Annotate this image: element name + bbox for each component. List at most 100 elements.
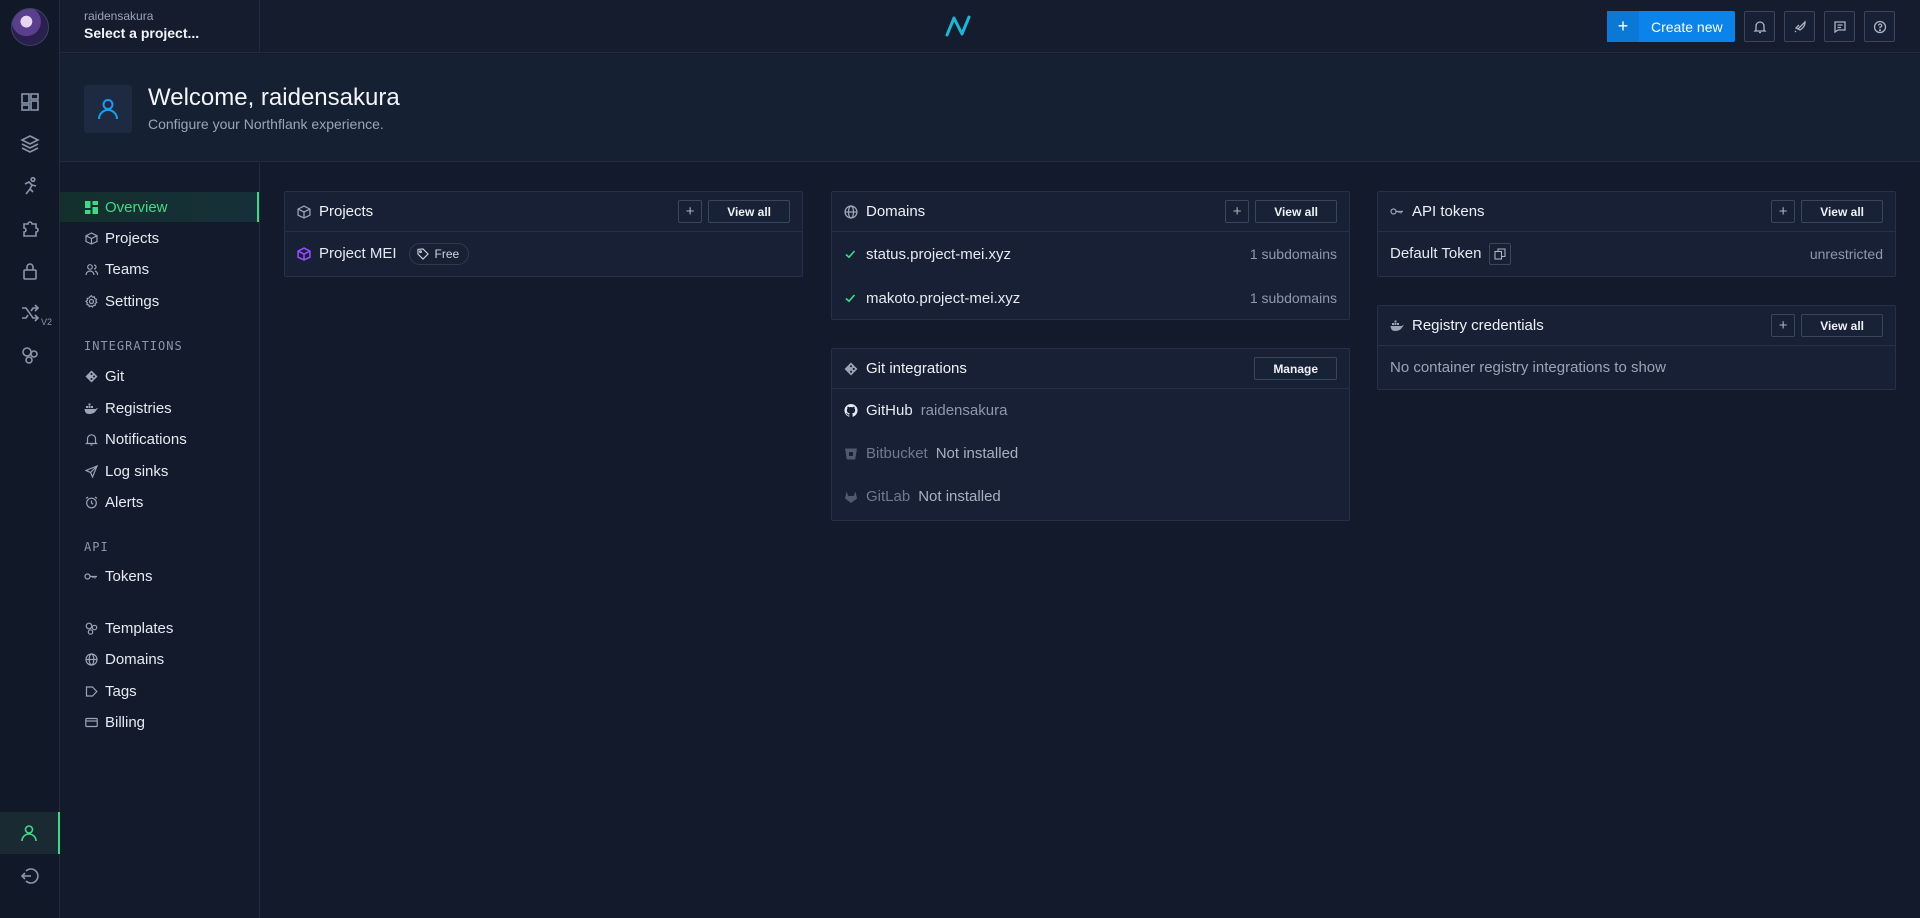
menu-item-alerts[interactable]: Alerts [60,487,259,517]
key-icon [1390,205,1404,219]
domain-row[interactable]: makoto.project-mei.xyz 1 subdomains [832,276,1349,320]
menu-item-notifications[interactable]: Notifications [60,424,259,454]
git-icon [84,369,98,383]
side-menu: Overview Projects Teams Settings INTEGRA… [60,163,260,918]
alarm-clock-icon [84,495,98,509]
create-new-button[interactable]: + Create new [1607,11,1735,42]
subdomain-count: 1 subdomains [1249,290,1337,306]
bell-icon[interactable] [1744,11,1775,42]
token-name: Default Token [1390,245,1482,262]
add-project-button[interactable]: + [678,200,703,223]
project-selector-label: Select a project... [84,25,200,41]
check-icon [844,291,858,305]
gitlab-icon [844,490,858,504]
project-cube-icon [297,246,311,261]
feedback-icon[interactable] [1824,11,1855,42]
logout-icon[interactable] [0,855,60,897]
users-icon [84,262,98,276]
view-all-tokens-button[interactable]: View all [1801,200,1883,223]
dashboard-icon[interactable] [0,81,60,123]
view-all-domains-button[interactable]: View all [1255,200,1337,223]
menu-item-tokens[interactable]: Tokens [60,561,259,591]
page-subtitle: Configure your Northflank experience. [148,116,384,132]
menu-item-projects[interactable]: Projects [60,223,259,253]
git-provider-row[interactable]: GitHub raidensakura [832,389,1349,432]
token-scope: unrestricted [1809,245,1883,262]
plan-badge: Free [408,242,470,265]
menu-item-tags[interactable]: Tags [60,676,259,706]
menu-item-overview[interactable]: Overview [60,192,259,222]
project-selector[interactable]: raidensakura Select a project... [60,0,260,53]
subdomain-count: 1 subdomains [1249,246,1337,262]
domain-row[interactable]: status.project-mei.xyz 1 subdomains [832,232,1349,276]
add-registry-button[interactable]: + [1771,314,1796,337]
northflank-logo-icon[interactable] [944,14,972,38]
view-all-registries-button[interactable]: View all [1801,314,1883,337]
credit-card-icon [84,715,98,729]
copy-icon[interactable] [1489,242,1512,265]
menu-item-domains[interactable]: Domains [60,644,259,674]
menu-item-templates[interactable]: Templates [60,613,259,643]
welcome-banner: Welcome, raidensakura Configure your Nor… [60,54,1920,162]
username: raidensakura [84,9,154,23]
provider-account: raidensakura [920,402,1008,419]
tag-icon [84,684,98,698]
provider-status: Not installed [935,445,1019,462]
rocket-icon[interactable] [1784,11,1815,42]
provider-name: Bitbucket [866,445,928,462]
card-title: Registry credentials [1412,317,1544,334]
menu-item-registries[interactable]: Registries [60,393,259,423]
git-integrations-card: Git integrations Manage GitHub raidensak… [831,348,1350,521]
menu-item-settings[interactable]: Settings [60,286,259,316]
shuffle-v2-icon[interactable]: V2 [0,292,60,334]
dashboard-icon [84,200,98,214]
provider-name: GitHub [866,402,913,419]
card-title: Domains [866,203,926,220]
plus-icon: + [1607,11,1639,42]
add-token-button[interactable]: + [1771,200,1796,223]
api-tokens-card: API tokens + View all Default Token unre… [1377,191,1896,277]
user-icon [84,85,132,133]
section-heading-api: API [84,540,109,554]
menu-item-git[interactable]: Git [60,361,259,391]
card-title: Git integrations [866,360,967,377]
key-icon [84,569,98,583]
domain-name: status.project-mei.xyz [866,245,1012,263]
bitbucket-icon [844,447,858,461]
account-icon[interactable] [0,812,60,854]
empty-state-text: No container registry integrations to sh… [1390,359,1666,376]
menu-item-teams[interactable]: Teams [60,254,259,284]
registry-credentials-card: Registry credentials + View all No conta… [1377,305,1896,390]
icon-rail: V2 [0,0,60,918]
cube-icon [297,204,311,219]
view-all-projects-button[interactable]: View all [708,200,790,223]
manage-git-button[interactable]: Manage [1254,357,1337,380]
github-icon [844,403,858,418]
docker-icon [84,401,98,415]
card-title: Projects [319,203,374,220]
layers-icon[interactable] [0,123,60,165]
project-row[interactable]: Project MEI Free [285,232,802,275]
help-icon[interactable] [1864,11,1895,42]
puzzle-icon[interactable] [0,207,60,249]
addons-icon[interactable] [0,334,60,376]
projects-card: Projects + View all Project MEI Free [284,191,803,277]
menu-item-billing[interactable]: Billing [60,707,259,737]
add-domain-button[interactable]: + [1225,200,1250,223]
template-icon [84,621,98,635]
page-title: Welcome, raidensakura [148,84,400,111]
git-provider-row[interactable]: Bitbucket Not installed [832,432,1349,475]
running-icon[interactable] [0,165,60,207]
provider-status: Not installed [918,488,1001,505]
globe-icon [84,652,98,666]
docker-icon [1390,319,1404,333]
token-row[interactable]: Default Token unrestricted [1378,232,1895,275]
lock-icon[interactable] [0,250,60,292]
git-provider-row[interactable]: GitLab Not installed [832,475,1349,518]
avatar[interactable] [11,8,49,46]
tag-icon [416,247,429,260]
gear-icon [84,294,98,308]
top-bar: raidensakura Select a project... + Creat… [60,0,1920,53]
check-icon [844,247,858,261]
menu-item-log-sinks[interactable]: Log sinks [60,456,259,486]
